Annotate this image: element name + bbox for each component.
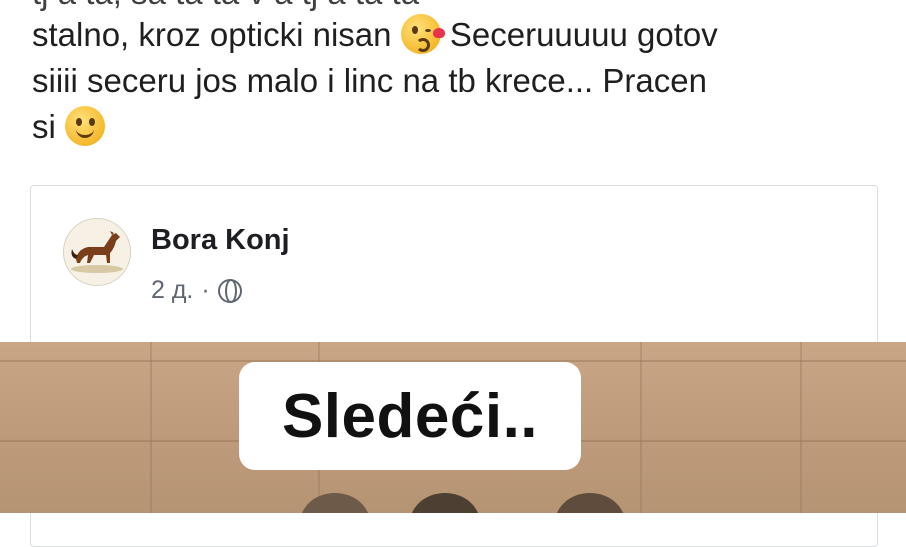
meta-separator: · xyxy=(201,276,210,304)
post-text: stalno, kroz opticki nisan Seceruuuuu go… xyxy=(32,12,882,150)
image-caption: Sledeći.. xyxy=(239,362,581,470)
person-figure xyxy=(555,493,625,513)
clipped-text: tj a ta, sa ta ta v a tj a ta ta xyxy=(32,0,419,11)
post-meta: 2 д. · xyxy=(151,276,242,305)
horse-icon xyxy=(71,231,123,273)
post-line-1: stalno, kroz opticki nisan Seceruuuuu go… xyxy=(32,12,882,58)
author-avatar[interactable] xyxy=(63,218,131,286)
post-time[interactable]: 2 д. xyxy=(151,276,193,305)
post-line-3: si xyxy=(32,104,882,150)
smiling-face-emoji-icon xyxy=(65,106,106,146)
post-line-2: siiii seceru jos malo i linc na tb krece… xyxy=(32,62,707,99)
shared-image[interactable]: Sledeći.. xyxy=(0,342,906,513)
globe-icon xyxy=(217,278,242,303)
post-line-3-text: si xyxy=(32,108,56,145)
kissing-heart-emoji-icon xyxy=(400,14,445,54)
author-name[interactable]: Bora Konj xyxy=(151,224,290,257)
post-line-1-text: stalno, kroz opticki nisan xyxy=(32,16,392,53)
post-line-1-cont-text: Seceruuuuu gotov xyxy=(449,16,718,53)
person-figure xyxy=(300,493,370,513)
person-figure xyxy=(410,493,480,513)
